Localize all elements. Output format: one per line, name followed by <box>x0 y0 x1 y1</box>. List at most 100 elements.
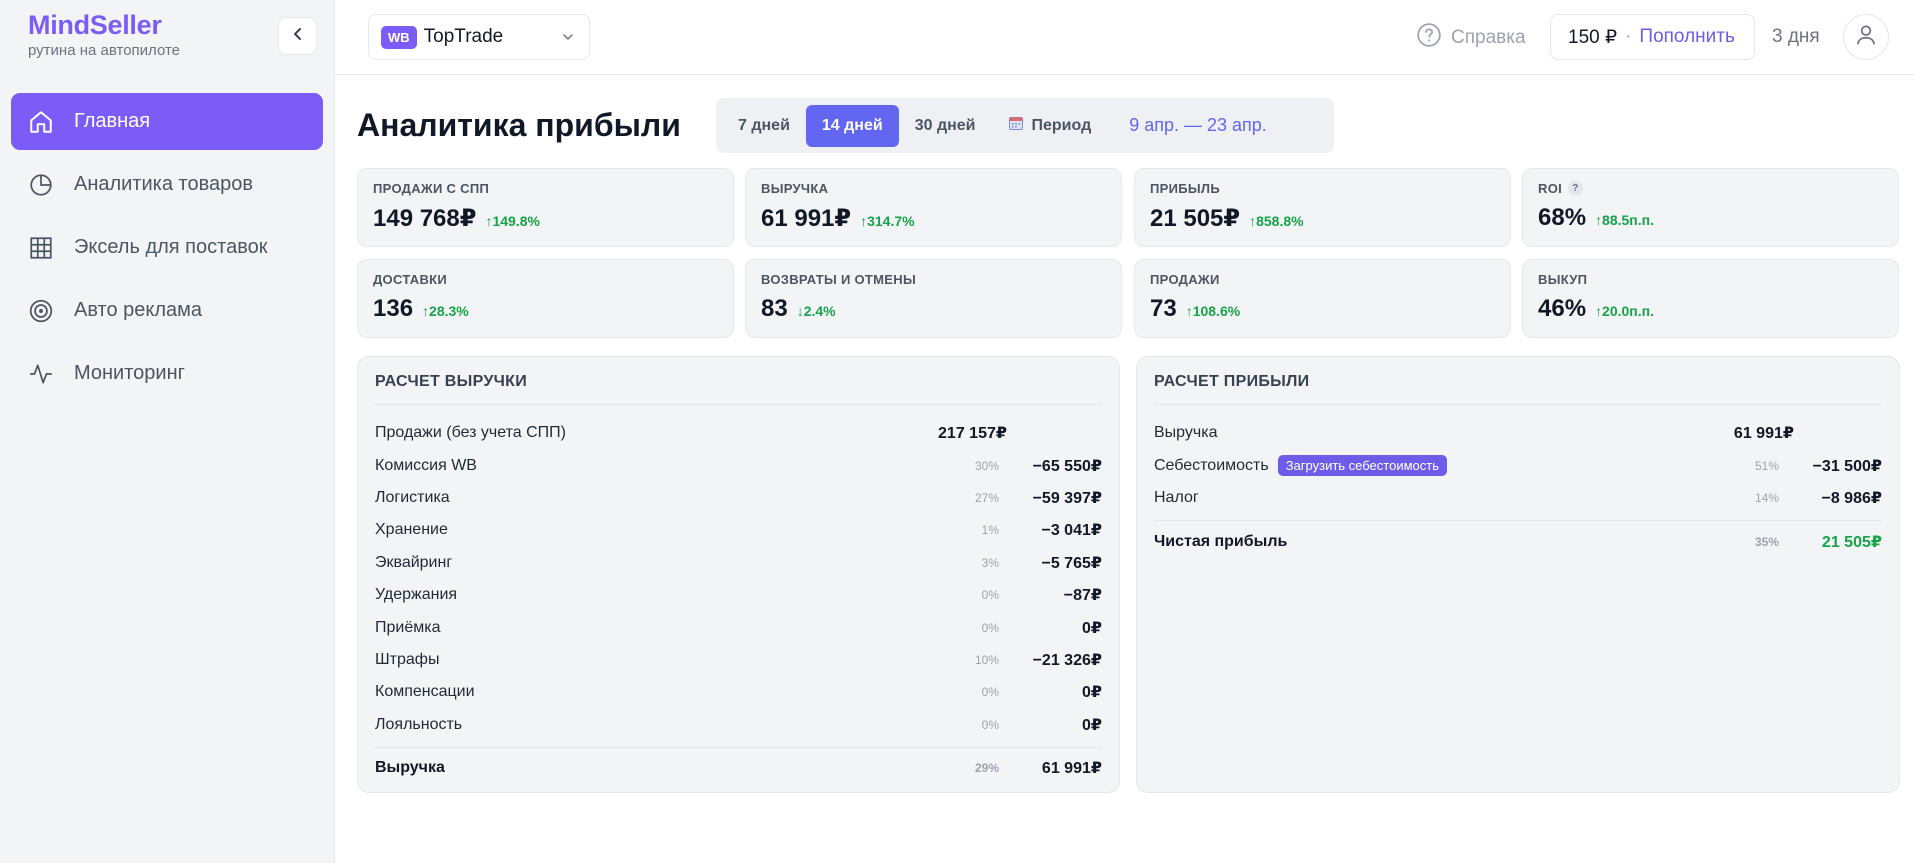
sidebar-item-label: Главная <box>74 110 151 132</box>
row-value: 0₽ <box>1081 619 1102 637</box>
metric-label: ПРОДАЖИ С СПП <box>373 181 490 196</box>
calc-row: Комиссия WB 30% −65 550₽ <box>375 449 1102 481</box>
profit-calculation-panel: РАСЧЕТ ПРИБЫЛИ Выручка 61 991₽ Себестоимо… <box>1136 356 1900 793</box>
calc-row: Штрафы 10% −21 326₽ <box>375 644 1102 676</box>
shop-select[interactable]: WB TopTrade <box>368 14 590 60</box>
metric-delta: ↑314.7% <box>860 213 915 229</box>
row-percent: 0% <box>981 588 999 603</box>
main-content: WB TopTrade Справка 150 ₽ · Пополнить 3 … <box>335 0 1914 863</box>
calc-row: Хранение 1% −3 041₽ <box>375 514 1102 546</box>
row-value: −3 041₽ <box>1041 522 1102 540</box>
row-value: −65 550₽ <box>1032 457 1102 475</box>
row-percent: 1% <box>981 523 999 538</box>
activity-icon <box>28 361 54 387</box>
row-value: 0₽ <box>1081 716 1102 734</box>
subscription-days-left: 3 дня <box>1772 26 1820 47</box>
row-label: Хранение <box>375 521 448 539</box>
row-label: Чистая прибыль <box>1154 532 1288 550</box>
metric-card-sales-spp: ПРОДАЖИ С СПП 149 768₽ ↑149.8% <box>357 168 734 247</box>
row-percent: 51% <box>1754 458 1779 473</box>
row-label: Налог <box>1154 488 1199 506</box>
period-selector: 7 дней 14 дней 30 дней Период 9 апр. — 2… <box>716 98 1334 153</box>
sidebar-item-auto-ads[interactable]: Авто реклама <box>11 282 323 339</box>
page-title: Аналитика прибыли <box>357 107 681 143</box>
home-icon <box>28 109 54 135</box>
row-label: Приёмка <box>375 618 441 636</box>
sidebar: MindSeller рутина на автопилоте Главная … <box>0 0 335 863</box>
row-value: 21 505₽ <box>1821 533 1882 551</box>
metric-card-sales: ПРОДАЖИ 73 ↑108.6% <box>1134 259 1511 338</box>
custom-period-button[interactable]: Период <box>992 105 1108 147</box>
help-link[interactable]: Справка <box>1416 22 1526 54</box>
date-range[interactable]: 9 апр. — 23 апр. <box>1129 115 1267 136</box>
shop-name: TopTrade <box>423 26 504 47</box>
row-value: 217 157₽ <box>938 425 1007 443</box>
table-grid-icon <box>28 235 54 261</box>
calendar-icon <box>1008 115 1024 136</box>
row-value: −21 326₽ <box>1032 651 1102 669</box>
row-percent: 3% <box>981 555 999 570</box>
topup-button[interactable]: Пополнить <box>1639 26 1734 48</box>
sidebar-item-product-analytics[interactable]: Аналитика товаров <box>11 156 323 213</box>
sidebar-item-label: Авто реклама <box>74 299 203 321</box>
help-circle-icon <box>1416 22 1442 54</box>
collapse-sidebar-button[interactable] <box>278 17 317 55</box>
period-7-days-button[interactable]: 7 дней <box>722 105 806 147</box>
roi-help-icon[interactable]: ? <box>1568 181 1584 196</box>
row-percent: 27% <box>974 490 999 505</box>
row-percent: 29% <box>974 761 999 776</box>
sidebar-item-label: Эксель для поставок <box>74 236 268 258</box>
revenue-calculation-panel: РАСЧЕТ ВЫРУЧКИ Продажи (без учета СПП) 21… <box>357 356 1120 793</box>
metric-value: 46% <box>1538 295 1587 322</box>
panel-title: РАСЧЕТ ПРИБЫЛИ <box>1154 373 1882 405</box>
sidebar-item-label: Аналитика товаров <box>74 173 254 195</box>
calc-total-row: Выручка 29% 61 991₽ <box>375 746 1102 789</box>
metric-card-returns: ВОЗВРАТЫ И ОТМЕНЫ 83 ↓2.4% <box>745 259 1122 338</box>
metric-value: 61 991₽ <box>761 205 852 232</box>
metric-label: ВОЗВРАТЫ И ОТМЕНЫ <box>761 272 916 287</box>
metric-delta: ↑149.8% <box>485 213 540 229</box>
sidebar-item-excel[interactable]: Эксель для поставок <box>11 219 323 276</box>
revenue-rows: Продажи (без учета СПП) 217 157₽ Комиссия… <box>375 417 1102 789</box>
target-icon <box>28 298 54 324</box>
calc-row: Налог 14% −8 986₽ <box>1154 482 1882 514</box>
calc-row: Приёмка 0% 0₽ <box>375 611 1102 643</box>
row-label: Логистика <box>375 488 450 506</box>
calc-row: Логистика 27% −59 397₽ <box>375 482 1102 514</box>
help-label: Справка <box>1451 27 1526 48</box>
row-label: Удержания <box>375 586 458 604</box>
period-30-days-button[interactable]: 30 дней <box>899 105 992 147</box>
sidebar-nav: Главная Аналитика товаров Эксель для пос… <box>11 93 323 408</box>
balance-widget: 150 ₽ · Пополнить <box>1550 14 1755 60</box>
row-value: −5 765₽ <box>1041 554 1102 572</box>
upload-cost-button[interactable]: Загрузить себестоимость <box>1277 455 1447 477</box>
calc-row: Выручка 61 991₽ <box>1154 417 1882 449</box>
row-label: Выручка <box>375 759 445 777</box>
pie-chart-icon <box>28 172 54 198</box>
metric-label: ПРИБЫЛЬ <box>1150 181 1220 196</box>
user-avatar-button[interactable] <box>1843 14 1889 60</box>
row-label: Выручка <box>1154 424 1218 442</box>
calc-row: Компенсации 0% 0₽ <box>375 676 1102 708</box>
metric-delta: ↑108.6% <box>1185 303 1241 319</box>
metric-delta: ↑28.3% <box>422 303 469 319</box>
row-percent: 0% <box>981 717 999 732</box>
logo[interactable]: MindSeller рутина на автопилоте <box>28 10 180 59</box>
row-value: 61 991₽ <box>1041 760 1102 778</box>
row-label: Лояльность <box>375 715 463 733</box>
topbar: WB TopTrade Справка 150 ₽ · Пополнить 3 … <box>335 0 1914 75</box>
sidebar-item-monitoring[interactable]: Мониторинг <box>11 345 323 402</box>
logo-subtitle: рутина на автопилоте <box>28 42 181 59</box>
metric-value: 136 <box>373 295 414 322</box>
metric-value: 83 <box>761 295 788 322</box>
sidebar-item-home[interactable]: Главная <box>11 93 323 150</box>
panel-title: РАСЧЕТ ВЫРУЧКИ <box>375 373 1102 405</box>
row-value: 61 991₽ <box>1733 425 1794 443</box>
period-14-days-button[interactable]: 14 дней <box>805 104 899 147</box>
metric-delta: ↑88.5п.п. <box>1595 212 1654 228</box>
row-value: −59 397₽ <box>1032 489 1102 507</box>
metric-card-buyout: ВЫКУП 46% ↑20.0п.п. <box>1522 259 1899 338</box>
row-label: Комиссия WB <box>375 456 477 474</box>
balance-separator: · <box>1625 26 1632 47</box>
metric-card-profit: ПРИБЫЛЬ 21 505₽ ↑858.8% <box>1134 168 1511 247</box>
